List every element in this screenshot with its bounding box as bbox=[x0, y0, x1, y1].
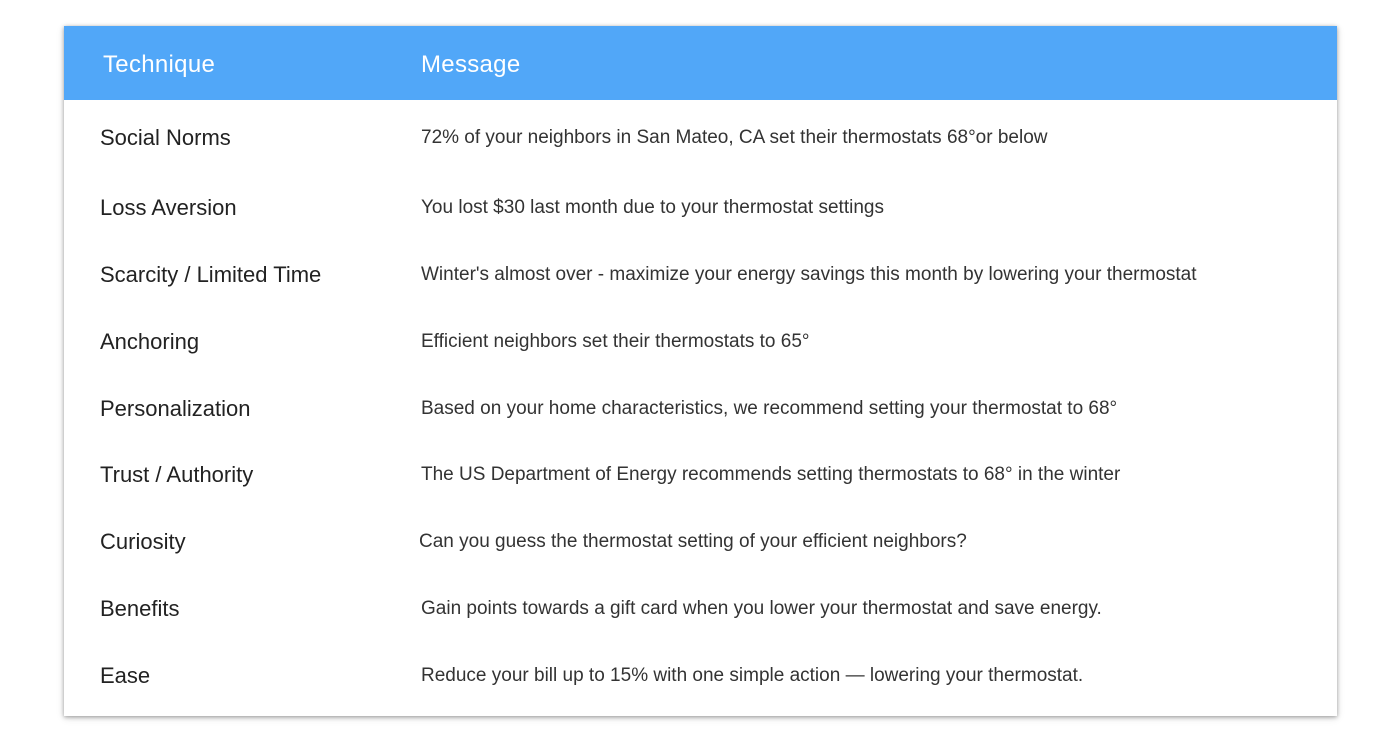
technique-cell: Anchoring bbox=[100, 329, 200, 354]
message-cell: Based on your home characteristics, we r… bbox=[421, 398, 1118, 419]
column-header-technique: Technique bbox=[103, 51, 216, 78]
technique-cell: Benefits bbox=[100, 596, 180, 621]
table-row: Benefits Gain points towards a gift card… bbox=[64, 589, 1337, 629]
table-row: Scarcity / Limited Time Winter's almost … bbox=[64, 255, 1337, 295]
table-row: Trust / Authority The US Department of E… bbox=[64, 455, 1337, 495]
message-cell: Reduce your bill up to 15% with one simp… bbox=[421, 665, 1084, 686]
table-row: Ease Reduce your bill up to 15% with one… bbox=[64, 656, 1337, 696]
message-cell: The US Department of Energy recommends s… bbox=[421, 464, 1121, 485]
table-row: Social Norms 72% of your neighbors in Sa… bbox=[64, 118, 1337, 158]
table-header: Technique Message bbox=[64, 26, 1337, 100]
message-cell: Gain points towards a gift card when you… bbox=[421, 598, 1102, 619]
message-cell: Can you guess the thermostat setting of … bbox=[419, 531, 967, 552]
message-cell: 72% of your neighbors in San Mateo, CA s… bbox=[421, 127, 1048, 148]
technique-cell: Curiosity bbox=[100, 529, 186, 554]
message-cell: You lost $30 last month due to your ther… bbox=[421, 197, 884, 218]
technique-cell: Scarcity / Limited Time bbox=[100, 262, 322, 287]
technique-message-table: Technique Message Social Norms 72% of yo… bbox=[64, 26, 1337, 716]
technique-cell: Loss Aversion bbox=[100, 195, 237, 220]
table-row: Loss Aversion You lost $30 last month du… bbox=[64, 188, 1337, 228]
table-row: Curiosity Can you guess the thermostat s… bbox=[64, 522, 1337, 562]
technique-cell: Trust / Authority bbox=[100, 462, 254, 487]
technique-cell: Social Norms bbox=[100, 125, 231, 150]
message-cell: Winter's almost over - maximize your ene… bbox=[421, 264, 1197, 285]
technique-cell: Ease bbox=[100, 663, 151, 688]
technique-cell: Personalization bbox=[100, 396, 251, 421]
column-header-message: Message bbox=[421, 51, 521, 78]
table-row: Personalization Based on your home chara… bbox=[64, 389, 1337, 429]
message-cell: Efficient neighbors set their thermostat… bbox=[421, 331, 810, 352]
table-row: Anchoring Efficient neighbors set their … bbox=[64, 322, 1337, 362]
